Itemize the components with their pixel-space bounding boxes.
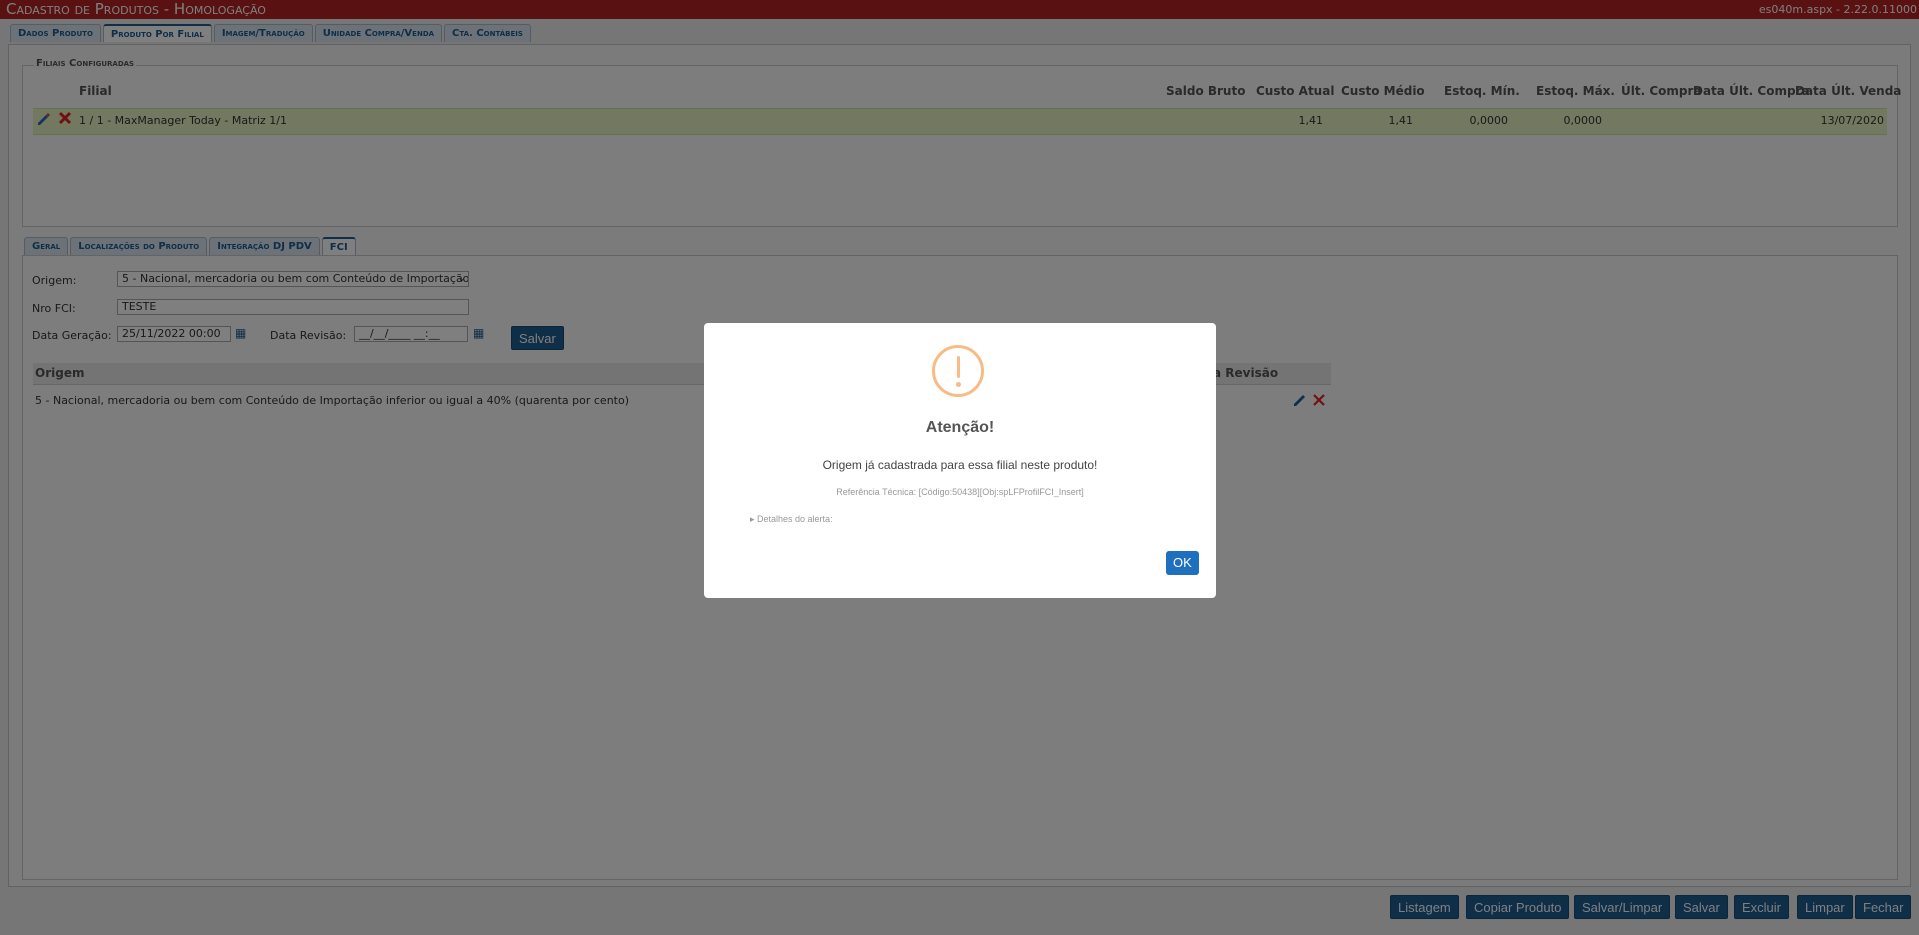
alert-details-toggle[interactable]: ▸ Detalhes do alerta:	[750, 514, 833, 525]
alert-title: Atenção!	[925, 419, 995, 436]
warning-exclamation-icon	[932, 345, 984, 397]
alert-dialog: Atenção! Origem já cadastrada para essa …	[704, 323, 1216, 598]
ok-button[interactable]: OK	[1166, 551, 1199, 575]
alert-message: Origem já cadastrada para essa filial ne…	[822, 458, 1098, 472]
alert-reference: Referência Técnica: [Código:50438][Obj:s…	[836, 487, 1084, 497]
